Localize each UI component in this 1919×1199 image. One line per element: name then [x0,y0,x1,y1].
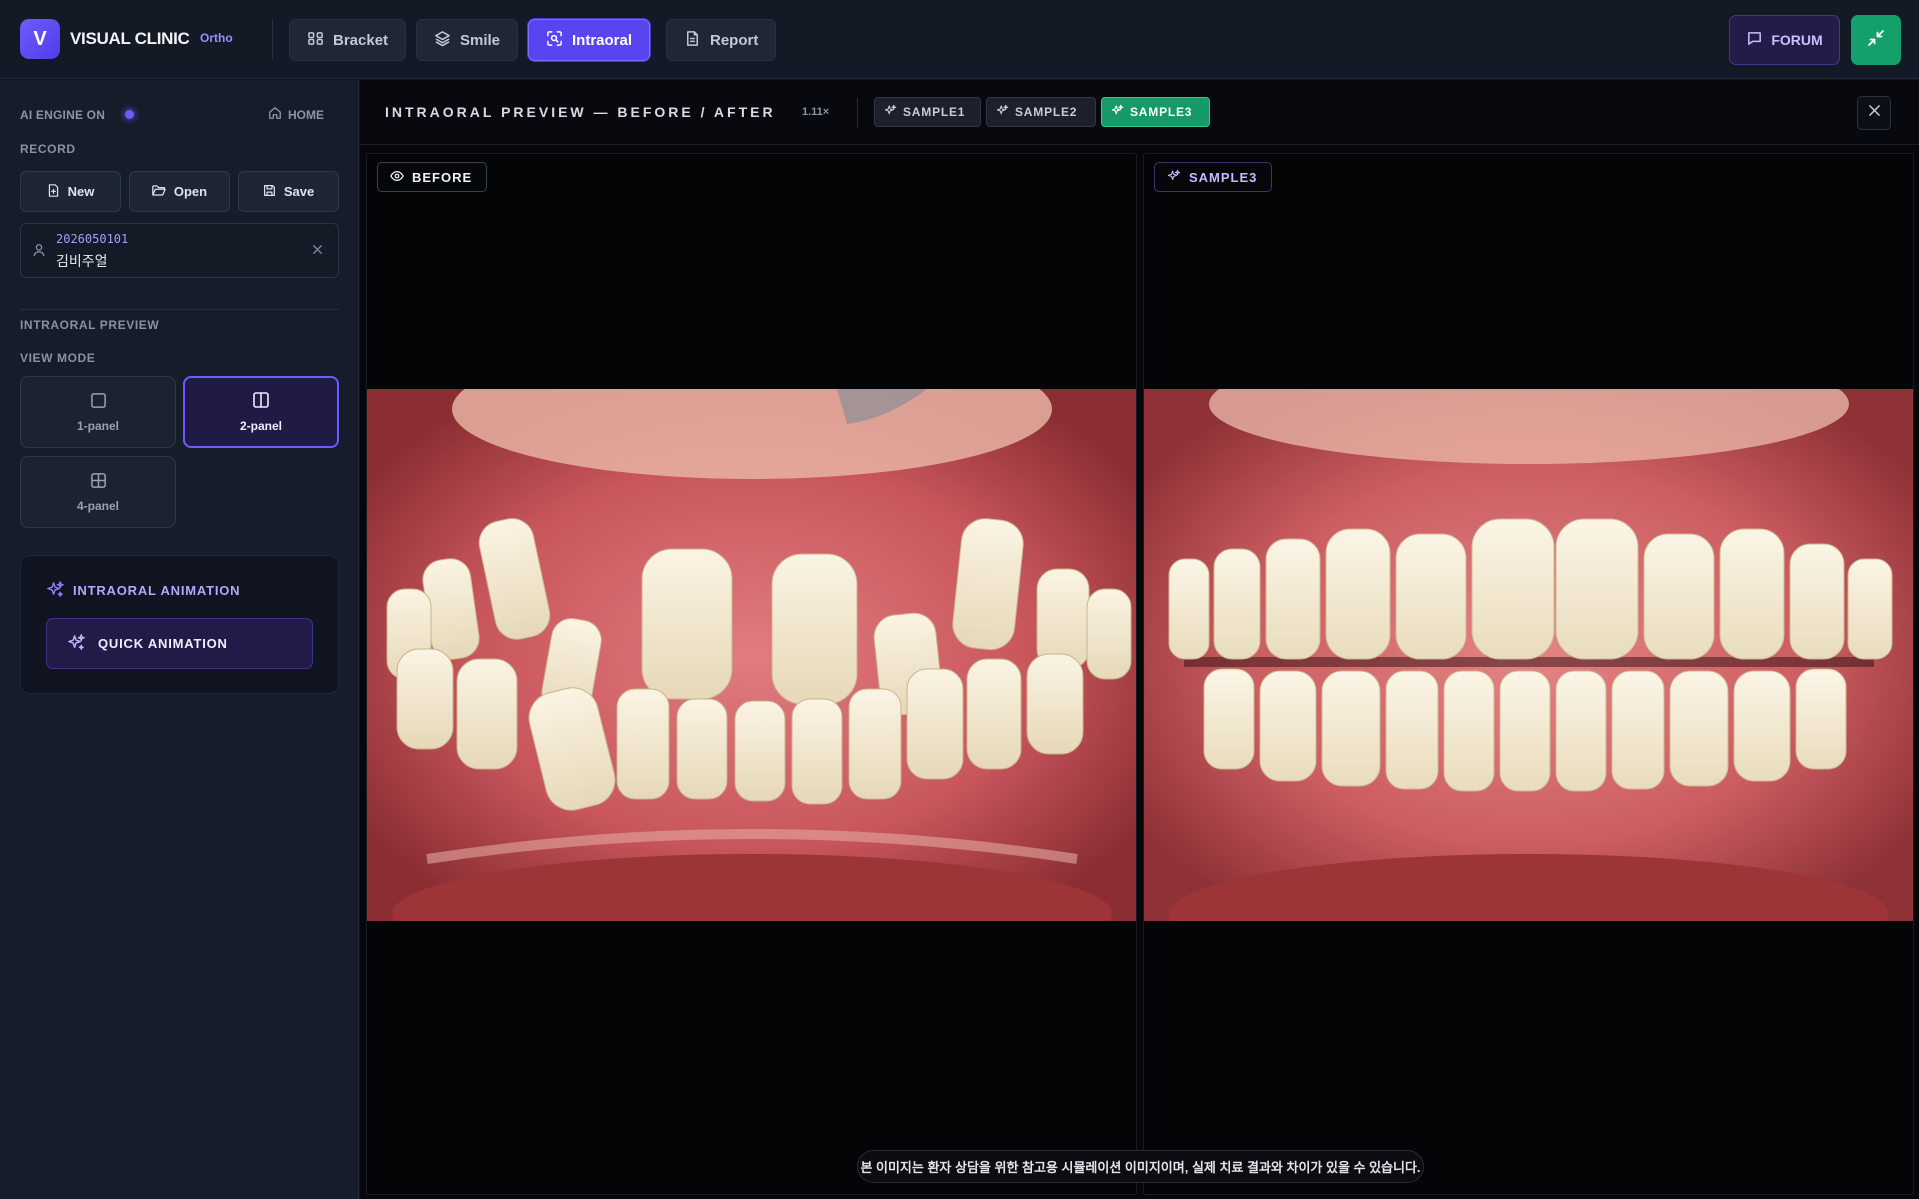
divider [857,98,858,128]
patient-card[interactable]: 2026050101 김비주얼 [20,223,339,278]
patient-id: 2026050101 [56,232,129,246]
eye-icon [390,169,404,186]
square-icon [90,392,107,412]
quick-animation-button[interactable]: QUICK ANIMATION [46,618,313,669]
view-mode-4-panel[interactable]: 4-panel [20,456,176,528]
after-panel: SAMPLE3 [1143,153,1914,1195]
intraoral-animation-card: INTRAORAL ANIMATION QUICK ANIMATION [20,555,339,694]
view-mode-label: VIEW MODE [20,351,96,365]
minimize-arrows-icon [1866,28,1886,53]
quick-animation-label: QUICK ANIMATION [98,636,228,651]
record-section-label: RECORD [20,142,76,156]
save-record-button[interactable]: Save [238,171,339,212]
sample2-button[interactable]: SAMPLE2 [986,97,1096,127]
grid-icon [90,472,107,492]
preview-title: INTRAORAL PREVIEW — BEFORE / AFTER [385,104,776,120]
new-record-button[interactable]: New [20,171,121,212]
user-icon [32,243,46,262]
sparkles-icon [67,633,86,655]
sample-label: SAMPLE3 [1130,105,1193,119]
sparkles-icon [884,104,897,120]
app-logo[interactable]: V [20,19,60,59]
mode-label: 4-panel [76,498,119,513]
tag-label: SAMPLE3 [1189,169,1258,185]
sample1-button[interactable]: SAMPLE1 [874,97,981,127]
tab-smile[interactable]: Smile [416,19,518,61]
open-label: Open [173,184,208,199]
brand-name: VISUAL CLINIC [70,29,190,48]
sidebar: AI ENGINE ON HOME RECORD New Open Save 2… [0,80,359,1199]
simulation-disclaimer: 본 이미지는 환자 상담을 위한 참고용 시뮬레이션 이미지이며, 실제 치료 … [857,1150,1424,1183]
scan-face-icon [546,30,563,51]
layers-icon [434,30,451,51]
forum-button[interactable]: FORUM [1729,15,1840,65]
clear-patient-icon[interactable] [311,243,324,261]
chat-bubble-icon [1746,30,1763,50]
close-icon [1868,104,1881,122]
view-mode-2-panel[interactable]: 2-panel [183,376,339,448]
home-icon [268,106,282,123]
view-mode-1-panel[interactable]: 1-panel [20,376,176,448]
new-file-icon [47,183,60,200]
sample-label: SAMPLE1 [903,105,966,119]
preview-area: INTRAORAL PREVIEW — BEFORE / AFTER 1.11×… [360,80,1919,1199]
patient-name: 김비주얼 [56,253,108,269]
divider [20,309,339,310]
folder-open-icon [152,184,166,200]
top-bar: V VISUAL CLINIC Ortho Bracket Smile Intr… [0,0,1919,79]
tag-label: BEFORE [412,169,473,185]
tab-label: Bracket [333,31,389,49]
home-label: HOME [288,107,324,122]
columns-icon [252,391,270,412]
tab-label: Report [710,31,759,49]
before-panel: BEFORE [366,153,1137,1195]
tab-label: Intraoral [572,31,633,49]
zoom-level: 1.11× [802,106,830,118]
sparkles-icon [996,104,1009,120]
tab-intraoral[interactable]: Intraoral [528,19,650,61]
tab-label: Smile [460,31,501,49]
sparkles-icon [46,580,65,604]
ai-engine-status: AI ENGINE ON [20,108,106,122]
intraoral-preview-label: INTRAORAL PREVIEW [20,318,160,332]
document-icon [684,30,701,51]
brand-subtitle: Ortho [200,31,233,45]
open-record-button[interactable]: Open [129,171,230,212]
after-tag: SAMPLE3 [1154,162,1273,192]
close-preview-button[interactable] [1857,96,1891,130]
tab-report[interactable]: Report [666,19,776,61]
animation-title: INTRAORAL ANIMATION [73,583,241,598]
save-icon [263,184,276,200]
sample3-button[interactable]: SAMPLE3 [1101,97,1210,127]
sample-label: SAMPLE2 [1015,105,1078,119]
preview-toolbar: INTRAORAL PREVIEW — BEFORE / AFTER 1.11×… [360,80,1919,145]
mode-label: 1-panel [76,418,119,433]
home-link[interactable]: HOME [268,106,324,123]
status-dot-icon [125,110,134,119]
sparkles-icon [1111,104,1124,120]
tab-bracket[interactable]: Bracket [289,19,406,61]
divider [272,19,273,59]
intraoral-photo-before [367,389,1136,921]
save-label: Save [283,184,315,199]
intraoral-photo-simulated [1144,389,1913,921]
before-tag: BEFORE [377,162,488,192]
forum-label: FORUM [1771,32,1823,48]
new-label: New [67,184,95,199]
collapse-button[interactable] [1851,15,1901,65]
sparkles-icon [1167,169,1181,186]
bracket-grid-icon [307,30,324,51]
mode-label: 2-panel [239,419,282,433]
